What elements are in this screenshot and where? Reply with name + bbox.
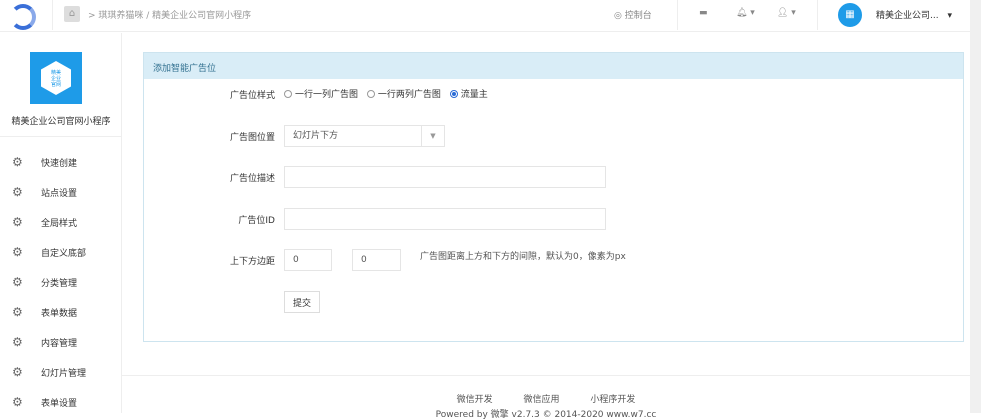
gear-icon: ⚙ xyxy=(12,215,23,229)
margin-label: 上下方边距 xyxy=(229,256,275,267)
divider xyxy=(52,0,53,30)
sidebar-item-label: 快速创建 xyxy=(41,158,78,169)
radio-circle-selected[interactable] xyxy=(449,89,458,98)
sidebar: 精美 企业 官网 精美企业公司官网小程序 ⚙ 快速创建 ⚙ 站点设置 ⚙ 全局样式 ⚙ 自定… xyxy=(0,33,122,413)
sidebar-item-label: 幻灯片管理 xyxy=(41,368,87,379)
sidebar-item-form-data[interactable]: ⚙ 表单数据 xyxy=(12,304,77,320)
radio-circle[interactable] xyxy=(284,89,292,98)
sidebar-item-slides[interactable]: ⚙ 幻灯片管理 xyxy=(12,364,86,380)
app-name: 精美企业公司官网小程序 xyxy=(11,117,111,127)
divider xyxy=(677,0,678,30)
gear-icon: ⚙ xyxy=(12,185,23,199)
radio-two-column[interactable]: 一行两列广告图 xyxy=(366,87,441,101)
ad-id-input[interactable] xyxy=(284,208,606,230)
radio-one-column[interactable]: 一行一列广告图 xyxy=(284,87,358,100)
sidebar-item-label: 站点设置 xyxy=(41,188,78,199)
position-value: 幻灯片下方 xyxy=(293,131,339,141)
radio-circle[interactable] xyxy=(366,89,375,98)
margin-top-input[interactable]: 0 xyxy=(284,249,332,271)
radio-label: 流量主 xyxy=(460,90,488,101)
gear-icon: ⚙ xyxy=(12,155,23,169)
margin-help-text: 广告图距离上方和下方的间隙，默认为0，像素为px xyxy=(420,252,626,262)
style-label: 广告位样式 xyxy=(229,90,275,101)
gear-icon: ⚙ xyxy=(12,335,23,349)
sidebar-item-label: 分类管理 xyxy=(41,278,78,289)
add-ad-panel: 添加智能广告位 广告位样式 一行一列广告图 一行两列广告图 流量主 广告图位置 … xyxy=(143,52,964,342)
submit-button[interactable]: 提交 xyxy=(284,291,321,313)
home-icon[interactable]: ⌂ xyxy=(64,6,80,22)
panel-title: 添加智能广告位 xyxy=(144,53,963,79)
caret-down-icon: ▾ xyxy=(947,11,952,21)
top-bar: ⌂ > 琪琪养猫咪 / 精美企业公司官网小程序 ◎ 控制台 ▬ 🔔︎ ▾ 👤︎ … xyxy=(0,0,970,32)
margin-bottom-input[interactable]: 0 xyxy=(352,249,401,271)
radio-label: 一行一列广告图 xyxy=(295,90,359,101)
sidebar-item-site-settings[interactable]: ⚙ 站点设置 xyxy=(12,184,77,200)
gear-icon: ⚙ xyxy=(12,275,23,289)
avatar[interactable]: ▦ xyxy=(838,3,862,27)
margin-row: 上下方边距 0 0 广告图距离上方和下方的间隙，默认为0，像素为px xyxy=(144,249,963,271)
console-label: 控制台 xyxy=(624,11,652,21)
sidebar-item-custom-footer[interactable]: ⚙ 自定义底部 xyxy=(12,244,86,260)
radio-traffic-master[interactable]: 流量主 xyxy=(449,87,488,101)
footer: 微信开发 微信应用 小程序开发 Powered by 微擎 v2.7.3 © 2… xyxy=(122,375,970,420)
brand-logo-icon[interactable] xyxy=(10,4,36,30)
sidebar-item-content[interactable]: ⚙ 内容管理 xyxy=(12,334,77,350)
dashboard-icon: ◎ xyxy=(614,11,622,21)
store-icon[interactable]: ▬ xyxy=(699,8,708,18)
radio-label: 一行两列广告图 xyxy=(377,90,441,101)
position-select[interactable]: 幻灯片下方 ▼ xyxy=(284,125,445,147)
account-name: 精美企业公司... xyxy=(876,11,939,21)
gear-icon: ⚙ xyxy=(12,395,23,409)
id-row: 广告位ID xyxy=(144,208,963,230)
footer-link-wechat-apps[interactable]: 微信应用 xyxy=(523,395,559,405)
app-logo-hex: 精美 企业 官网 xyxy=(41,61,71,95)
footer-link-wechat-dev[interactable]: 微信开发 xyxy=(457,395,493,405)
sidebar-item-categories[interactable]: ⚙ 分类管理 xyxy=(12,274,77,290)
bell-icon[interactable]: 🔔︎ ▾ xyxy=(736,8,755,18)
gear-icon: ⚙ xyxy=(12,365,23,379)
divider xyxy=(817,0,818,30)
gear-icon: ⚙ xyxy=(12,305,23,319)
desc-input[interactable] xyxy=(284,166,606,188)
console-link[interactable]: ◎ 控制台 xyxy=(614,8,652,21)
app-logo: 精美 企业 官网 xyxy=(30,52,82,104)
sidebar-item-label: 表单数据 xyxy=(41,308,78,319)
breadcrumb[interactable]: > 琪琪养猫咪 / 精美企业公司官网小程序 xyxy=(88,8,251,21)
scrollbar[interactable] xyxy=(970,0,981,413)
sidebar-item-quick-create[interactable]: ⚙ 快速创建 xyxy=(12,154,77,170)
sidebar-item-label: 表单设置 xyxy=(41,398,78,409)
position-label: 广告图位置 xyxy=(229,132,275,143)
id-label: 广告位ID xyxy=(238,215,275,226)
footer-link-miniprogram-dev[interactable]: 小程序开发 xyxy=(590,395,635,405)
footer-links: 微信开发 微信应用 小程序开发 xyxy=(122,392,970,405)
sidebar-item-label: 自定义底部 xyxy=(41,248,87,259)
sidebar-item-form-settings[interactable]: ⚙ 表单设置 xyxy=(12,394,77,410)
desc-label: 广告位描述 xyxy=(229,173,275,184)
divider xyxy=(0,136,122,137)
sidebar-item-label: 内容管理 xyxy=(41,338,78,349)
style-radio-group: 一行一列广告图 一行两列广告图 流量主 xyxy=(284,87,494,101)
position-row: 广告图位置 幻灯片下方 ▼ xyxy=(144,125,963,147)
sidebar-item-label: 全局样式 xyxy=(41,218,78,229)
chevron-down-icon[interactable]: ▼ xyxy=(421,126,444,146)
gear-icon: ⚙ xyxy=(12,245,23,259)
sidebar-item-global-style[interactable]: ⚙ 全局样式 xyxy=(12,214,77,230)
user-icon[interactable]: 👤︎ ▾ xyxy=(777,8,796,18)
desc-row: 广告位描述 xyxy=(144,166,963,188)
footer-powered: Powered by 微擎 v2.7.3 © 2014-2020 www.w7.… xyxy=(435,410,657,420)
account-menu[interactable]: 精美企业公司... ▾ xyxy=(876,8,952,21)
